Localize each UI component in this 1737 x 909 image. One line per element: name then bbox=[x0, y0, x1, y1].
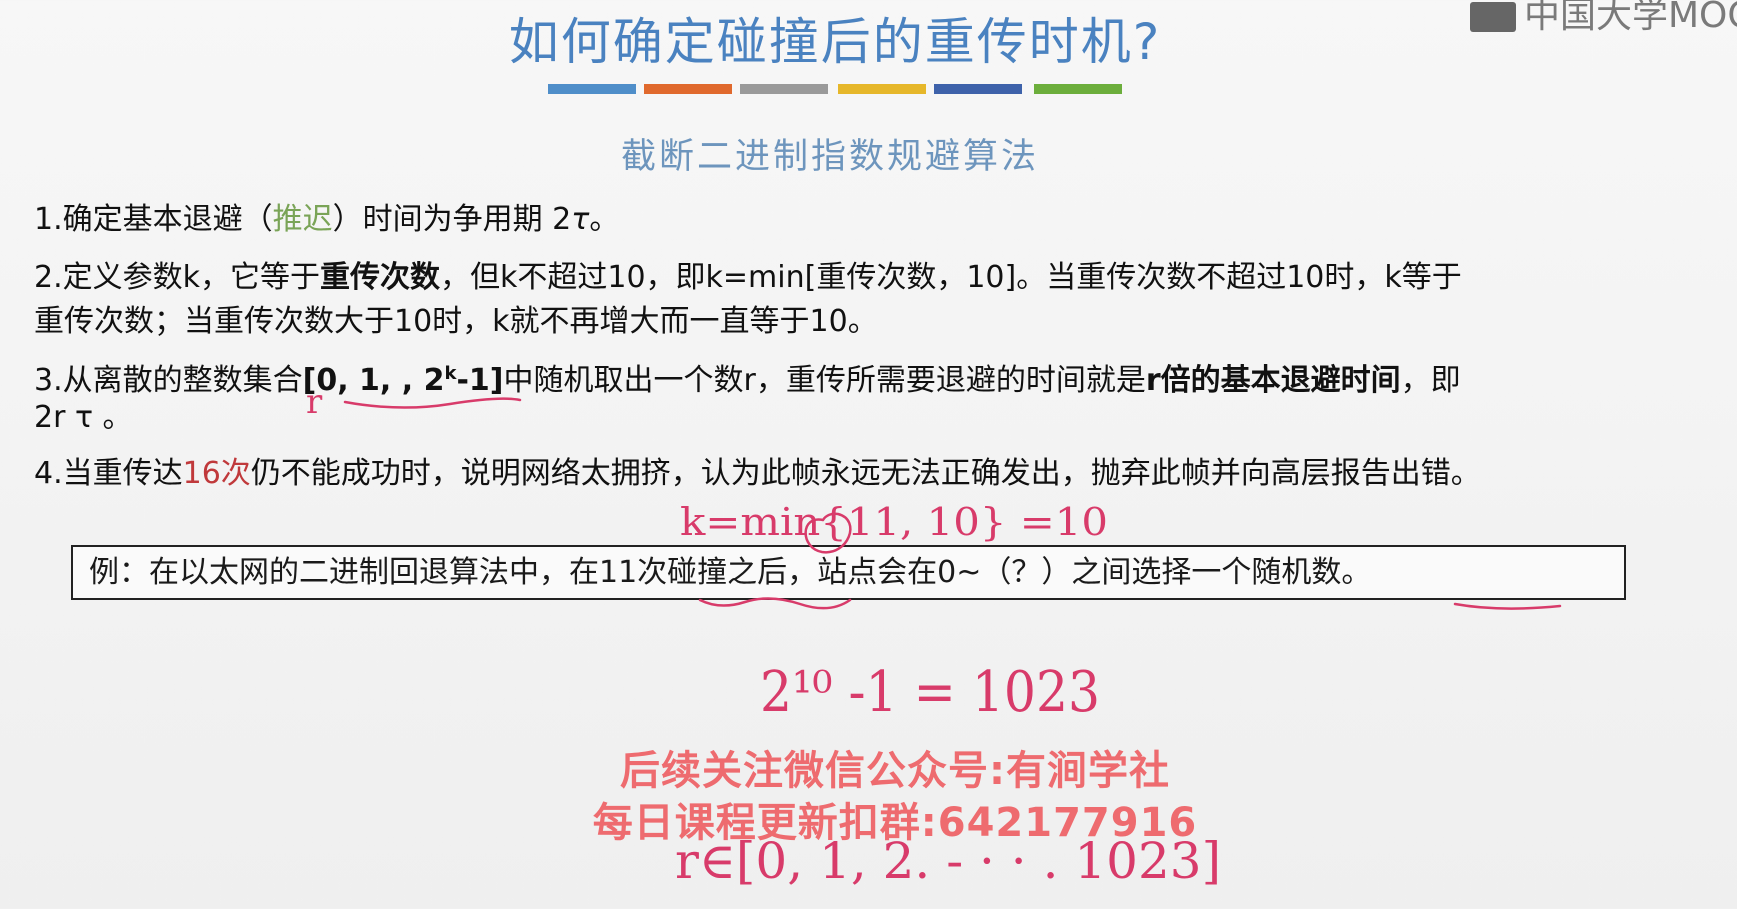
slide-subtitle: 截断二进制指数规避算法 bbox=[620, 137, 1039, 177]
handwritten-power: 2¹⁰ -1 = 1023 bbox=[760, 660, 1101, 725]
color-bar-5 bbox=[934, 84, 1022, 94]
rule-2-line-2: 重传次数；当重传次数大于10时，k就不再增大而一直等于10。 bbox=[34, 304, 878, 339]
color-bar-4 bbox=[838, 84, 926, 94]
handwritten-kmin: k=min{11, 10} =10 bbox=[680, 500, 1108, 544]
handwritten-r-mark: r bbox=[306, 382, 323, 422]
rule-3: 3.从离散的整数集合[0, 1, , 2k-1]中随机取出一个数r，重传所需要退… bbox=[34, 363, 1461, 398]
example-box: 例：在以太网的二进制回退算法中，在11次碰撞之后，站点会在0~（？）之间选择一个… bbox=[71, 545, 1626, 600]
deferral-term: 推迟 bbox=[272, 202, 333, 237]
rule-1: 1.确定基本退避（推迟）时间为争用期 2τ。 bbox=[34, 202, 620, 237]
color-bar-1 bbox=[548, 84, 636, 94]
slide-title: 如何确定碰撞后的重传时机? bbox=[508, 13, 1162, 71]
sixteen-times-term: 16次 bbox=[182, 456, 251, 491]
color-bar-2 bbox=[644, 84, 732, 94]
watermark-line-2: 每日课程更新扣群:642177916 bbox=[592, 800, 1198, 846]
color-bar-6 bbox=[1034, 84, 1122, 94]
rule-2: 2.定义参数k，它等于重传次数，但k不超过10，即k=min[重传次数，10]。… bbox=[34, 260, 1462, 295]
slide: 中国大学MOOC 如何确定碰撞后的重传时机? 截断二进制指数规避算法 1.确定基… bbox=[0, 0, 1737, 909]
rule-4: 4.当重传达16次仍不能成功时，说明网络太拥挤，认为此帧永远无法正确发出，抛弃此… bbox=[34, 456, 1481, 491]
retransmit-count-term: 重传次数 bbox=[320, 260, 440, 295]
example-question: 例：在以太网的二进制回退算法中，在11次碰撞之后，站点会在0~（？）之间选择一个… bbox=[89, 555, 1372, 590]
rule-3-line-2: 2r τ 。 bbox=[34, 400, 133, 435]
watermark-line-1: 后续关注微信公众号:有涧学社 bbox=[620, 748, 1170, 794]
color-bar-3 bbox=[740, 84, 828, 94]
integer-set: [0, 1, , 2k-1] bbox=[302, 363, 504, 398]
underline-random-number bbox=[1453, 602, 1562, 610]
r-times-base-term: r倍的基本退避时间 bbox=[1145, 363, 1401, 398]
